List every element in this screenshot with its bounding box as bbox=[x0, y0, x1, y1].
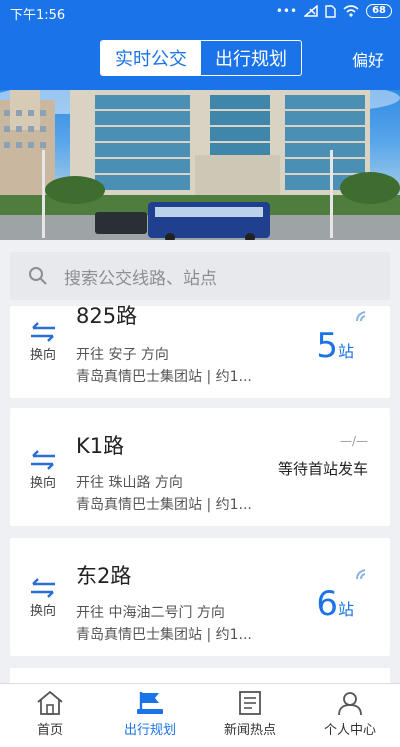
app-header: 下午1:56 ••• 68 实时公交 出行规划 偏好 bbox=[0, 0, 400, 90]
search-icon bbox=[29, 267, 47, 285]
swap-direction-icon bbox=[31, 578, 55, 598]
nav-item-home[interactable]: 首页 bbox=[0, 684, 100, 747]
no-data-indicator: —/— bbox=[339, 434, 368, 448]
station-info: 青岛真情巴士集团站 | 约1... bbox=[76, 497, 252, 513]
no-signal-icon bbox=[304, 5, 318, 17]
route-card[interactable]: 换向 东2路 开往 中海油二号门 方向 青岛真情巴士集团站 | 约1... 6站 bbox=[10, 538, 390, 656]
station-info: 青岛真情巴士集团站 | 约1... bbox=[76, 627, 252, 643]
eta-number: 5 bbox=[316, 326, 338, 366]
nav-label: 首页 bbox=[36, 723, 63, 738]
route-name: K1路 bbox=[76, 434, 125, 458]
waiting-status: 等待首站发车 bbox=[277, 460, 368, 478]
status-bar: 下午1:56 ••• 68 bbox=[0, 0, 400, 26]
status-time: 下午1:56 bbox=[10, 8, 66, 23]
swap-label: 换向 bbox=[29, 604, 56, 619]
eta-stops: 5站 bbox=[316, 326, 354, 366]
nav-item-news[interactable]: 新闻热点 bbox=[200, 684, 300, 747]
route-direction: 开往 中海油二号门 方向 bbox=[76, 605, 225, 621]
route-card[interactable]: 换向 K1路 开往 珠山路 方向 青岛真情巴士集团站 | 约1... —/— 等… bbox=[10, 408, 390, 526]
news-icon bbox=[239, 691, 261, 715]
tab-realtime-bus[interactable]: 实时公交 bbox=[101, 41, 201, 75]
nav-item-profile[interactable]: 个人中心 bbox=[300, 684, 400, 747]
route-card[interactable]: 换向 825路 开往 安子 方向 青岛真情巴士集团站 | 约1... 5站 bbox=[10, 304, 390, 398]
route-direction: 开往 安子 方向 bbox=[76, 347, 169, 363]
nav-label: 出行规划 bbox=[123, 723, 176, 738]
swap-direction-button[interactable]: 换向 bbox=[28, 322, 58, 363]
flag-icon bbox=[137, 692, 163, 714]
status-icons: ••• 68 bbox=[276, 4, 392, 18]
sim-icon bbox=[325, 4, 336, 18]
preference-button[interactable]: 偏好 bbox=[352, 47, 384, 71]
eta-unit: 站 bbox=[337, 600, 354, 619]
route-direction: 开往 珠山路 方向 bbox=[76, 475, 183, 491]
eta-number: 6 bbox=[316, 584, 338, 624]
search-input[interactable]: 搜索公交线路、站点 bbox=[64, 264, 217, 289]
city-building-illustration bbox=[0, 90, 400, 240]
mode-switch: 实时公交 出行规划 bbox=[100, 40, 302, 76]
swap-label: 换向 bbox=[29, 348, 56, 363]
search-bar[interactable]: 搜索公交线路、站点 bbox=[10, 252, 390, 300]
swap-direction-icon bbox=[31, 322, 55, 342]
banner-image[interactable] bbox=[0, 90, 400, 240]
eta-unit: 站 bbox=[337, 342, 354, 361]
station-info: 青岛真情巴士集团站 | 约1... bbox=[76, 369, 252, 385]
realtime-signal-icon bbox=[356, 311, 366, 322]
bottom-nav: 首页 出行规划 新闻热点 个人中心 bbox=[0, 683, 400, 747]
realtime-signal-icon bbox=[356, 569, 366, 580]
wifi-icon bbox=[343, 5, 359, 17]
swap-label: 换向 bbox=[29, 476, 56, 491]
home-icon bbox=[37, 690, 63, 715]
nav-label: 新闻热点 bbox=[223, 723, 276, 738]
eta-stops: 6站 bbox=[316, 584, 354, 624]
person-icon bbox=[338, 692, 362, 716]
tab-trip-planning[interactable]: 出行规划 bbox=[201, 41, 301, 75]
more-dots-icon: ••• bbox=[275, 4, 298, 18]
swap-direction-icon bbox=[31, 450, 55, 470]
nav-label: 个人中心 bbox=[323, 723, 376, 738]
route-name: 825路 bbox=[76, 304, 138, 328]
swap-direction-button[interactable]: 换向 bbox=[28, 450, 58, 491]
nav-item-trip-planning[interactable]: 出行规划 bbox=[100, 684, 200, 747]
route-name: 东2路 bbox=[76, 564, 132, 588]
battery-level: 68 bbox=[366, 4, 392, 18]
swap-direction-button[interactable]: 换向 bbox=[28, 578, 58, 619]
